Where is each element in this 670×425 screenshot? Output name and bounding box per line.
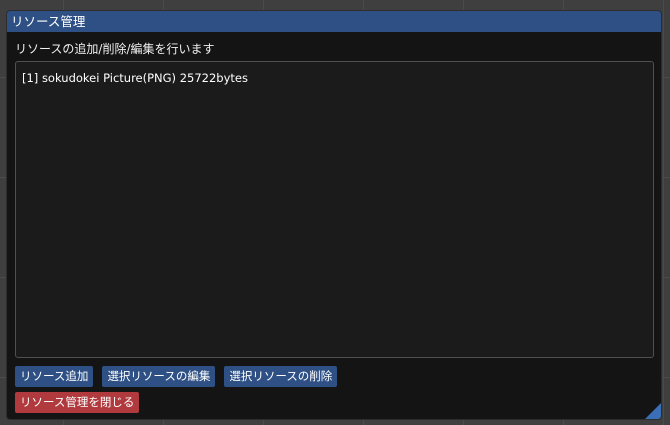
action-buttons: リソース追加 選択リソースの編集 選択リソースの削除 — [15, 366, 338, 387]
close-row: リソース管理を閉じる — [15, 392, 140, 413]
resource-manager-window: リソース管理 リソースの追加/削除/編集を行います [1] sokudokei … — [6, 10, 662, 420]
window-description: リソースの追加/削除/編集を行います — [15, 42, 215, 56]
add-resource-button[interactable]: リソース追加 — [15, 366, 94, 387]
delete-selected-resource-button[interactable]: 選択リソースの削除 — [224, 366, 338, 387]
window-title[interactable]: リソース管理 — [7, 11, 661, 32]
resize-grip-icon[interactable] — [645, 403, 661, 419]
list-item[interactable]: [1] sokudokei Picture(PNG) 25722bytes — [22, 70, 647, 86]
edit-selected-resource-button[interactable]: 選択リソースの編集 — [102, 366, 216, 387]
resource-list[interactable]: [1] sokudokei Picture(PNG) 25722bytes — [15, 61, 654, 358]
close-resource-manager-button[interactable]: リソース管理を閉じる — [15, 392, 140, 413]
